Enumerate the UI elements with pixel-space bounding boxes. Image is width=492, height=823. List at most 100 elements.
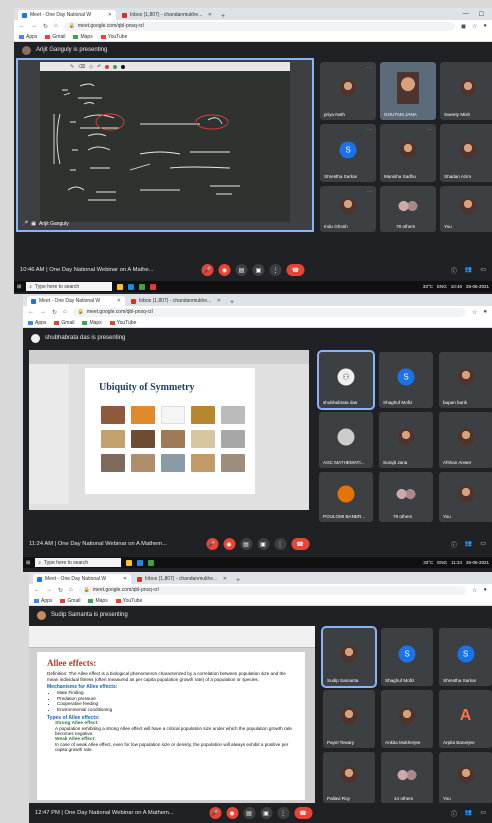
participant-tile[interactable]: Ankita Mukherjee xyxy=(381,690,433,748)
store-icon[interactable] xyxy=(128,283,135,290)
end-call-button[interactable]: ☎ xyxy=(291,538,309,550)
profile-icon[interactable]: ● xyxy=(483,587,487,593)
reload-icon[interactable]: ↻ xyxy=(52,309,57,316)
taskbar-search-input[interactable]: ⌕ Type here to search xyxy=(35,558,122,567)
bookmark-apps[interactable]: Apps xyxy=(28,320,46,326)
participant-tile[interactable]: ⋯ Manisha Sadhu xyxy=(380,124,436,182)
participant-tile[interactable]: Shadan Azim xyxy=(440,124,492,182)
chat-icon[interactable]: ▭ xyxy=(480,266,486,275)
camera-off-button[interactable]: ◉ xyxy=(223,538,235,550)
info-icon[interactable]: ⓘ xyxy=(451,540,457,549)
home-icon[interactable]: ⌂ xyxy=(54,23,58,29)
close-icon[interactable]: ✕ xyxy=(223,576,227,582)
people-icon[interactable]: 👥 xyxy=(465,266,472,275)
bookmark-maps[interactable]: Maps xyxy=(88,598,108,604)
bookmark-gmail[interactable]: Gmail xyxy=(60,598,80,604)
self-tile[interactable]: You xyxy=(439,752,492,804)
profile-icon[interactable]: ● xyxy=(483,309,487,315)
address-bar[interactable]: 🔒 meet.google.com/qbl-pnsq-rzl xyxy=(72,307,466,317)
address-bar[interactable]: 🔒 meet.google.com/qbl-pnsq-rzl xyxy=(78,585,466,595)
end-call-button[interactable]: ☎ xyxy=(294,807,312,819)
star-icon[interactable]: ☆ xyxy=(472,587,477,594)
participant-tile[interactable]: ⚇ shubhabrata das xyxy=(317,350,375,410)
back-icon[interactable]: ← xyxy=(34,587,40,593)
participant-tile[interactable]: bapan barik xyxy=(439,352,492,408)
participant-tile[interactable]: S Shrestha Sarkar xyxy=(439,628,492,686)
bookmark-gmail[interactable]: Gmail xyxy=(45,34,65,40)
back-icon[interactable]: ← xyxy=(19,23,25,29)
bookmark-maps[interactable]: Maps xyxy=(82,320,102,326)
camera-off-button[interactable]: ◉ xyxy=(226,807,238,819)
participant-tile[interactable]: POULOMI BANER... xyxy=(319,472,373,522)
participant-tile[interactable]: Sudip Samanta xyxy=(321,626,377,688)
tab-meet[interactable]: Meet - One Day National W ✕ xyxy=(33,574,131,584)
info-icon[interactable]: ⓘ xyxy=(451,266,457,275)
new-tab-button[interactable]: + xyxy=(233,577,243,584)
file-explorer-icon[interactable] xyxy=(117,283,124,290)
bookmark-youtube[interactable]: YouTube xyxy=(109,320,136,326)
close-icon[interactable]: ✕ xyxy=(108,12,112,18)
participant-tile[interactable]: Afshan Anwer xyxy=(439,412,492,468)
more-options-button[interactable]: ⋮ xyxy=(274,538,286,550)
bookmark-youtube[interactable]: YouTube xyxy=(115,598,142,604)
participant-tile[interactable]: ⋯ Indu Ghosh xyxy=(320,186,376,232)
mic-off-button[interactable]: 🎤 xyxy=(209,807,221,819)
forward-icon[interactable]: → xyxy=(40,309,46,315)
more-options-button[interactable]: ⋮ xyxy=(277,807,289,819)
bookmark-gmail[interactable]: Gmail xyxy=(54,320,74,326)
maximize-icon[interactable]: ☐ xyxy=(479,11,484,18)
participant-tile[interactable]: S Shaghuf Mofiz xyxy=(379,352,433,408)
star-icon[interactable]: ☆ xyxy=(472,309,477,316)
home-icon[interactable]: ⌂ xyxy=(69,587,73,593)
windows-start-icon[interactable]: ⊞ xyxy=(26,560,30,566)
camera-off-button[interactable]: ◉ xyxy=(218,264,231,276)
back-icon[interactable]: ← xyxy=(28,309,34,315)
present-button[interactable]: ▣ xyxy=(252,264,265,276)
presentation-tile[interactable]: Allee effects: Definition: The Allee eff… xyxy=(29,626,315,804)
bookmark-youtube[interactable]: YouTube xyxy=(100,34,127,40)
forward-icon[interactable]: → xyxy=(46,587,52,593)
bookmark-apps[interactable]: Apps xyxy=(19,34,37,40)
profile-icon[interactable]: ● xyxy=(483,23,487,29)
self-tile[interactable]: You xyxy=(439,472,492,522)
people-icon[interactable]: 👥 xyxy=(465,540,472,549)
close-icon[interactable]: ✕ xyxy=(208,12,212,18)
participant-tile[interactable]: S ⋯ Shrestha Sarkar xyxy=(320,124,376,182)
people-icon[interactable]: 👥 xyxy=(465,809,472,818)
others-tile[interactable]: 79 others xyxy=(380,186,436,232)
chat-icon[interactable]: ▭ xyxy=(480,809,486,818)
tab-meet[interactable]: Meet - One Day National W ✕ xyxy=(18,10,116,20)
participant-tile[interactable]: A Arpita Banerjee xyxy=(439,690,492,748)
participant-tile[interactable]: S Shaghuf Mofiz xyxy=(381,628,433,686)
mic-off-button[interactable]: 🎤 xyxy=(201,264,214,276)
participant-tile[interactable]: Pallavi Roy xyxy=(323,752,375,804)
present-button[interactable]: ▣ xyxy=(257,538,269,550)
tab-inbox[interactable]: Inbox (1,807) - chandanmukhe... ✕ xyxy=(127,296,225,306)
reload-icon[interactable]: ↻ xyxy=(43,23,48,30)
file-explorer-icon[interactable] xyxy=(126,559,133,566)
captions-button[interactable]: ▤ xyxy=(243,807,255,819)
participant-tile[interactable]: AGC MATHEMATI... xyxy=(319,412,373,468)
others-tile[interactable]: 79 others xyxy=(379,472,433,522)
close-icon[interactable]: ✕ xyxy=(123,576,127,582)
store-icon[interactable] xyxy=(137,559,144,566)
bookmark-apps[interactable]: Apps xyxy=(34,598,52,604)
chrome-icon[interactable] xyxy=(148,559,155,566)
new-tab-button[interactable]: + xyxy=(227,299,237,306)
address-bar[interactable]: 🔒 meet.google.com/qbl-pnsq-rzl xyxy=(63,21,455,31)
captions-button[interactable]: ▤ xyxy=(235,264,248,276)
taskbar-search-input[interactable]: ⌕ Type here to search xyxy=(26,282,113,291)
bookmark-maps[interactable]: Maps xyxy=(73,34,93,40)
reload-icon[interactable]: ↻ xyxy=(58,587,63,594)
app-icon[interactable] xyxy=(150,283,157,290)
more-options-button[interactable]: ⋮ xyxy=(269,264,282,276)
star-icon[interactable]: ☆ xyxy=(472,23,477,30)
participant-tile[interactable]: ⋯ priya Nath xyxy=(320,62,376,120)
forward-icon[interactable]: → xyxy=(31,23,37,29)
participant-tile[interactable]: Payel Tewary xyxy=(323,690,375,748)
self-tile[interactable]: You xyxy=(440,186,492,232)
end-call-button[interactable]: ☎ xyxy=(286,264,305,276)
home-icon[interactable]: ⌂ xyxy=(63,309,67,315)
present-button[interactable]: ▣ xyxy=(260,807,272,819)
tab-inbox[interactable]: Inbox (1,807) - chandanmukhe... ✕ xyxy=(133,574,231,584)
